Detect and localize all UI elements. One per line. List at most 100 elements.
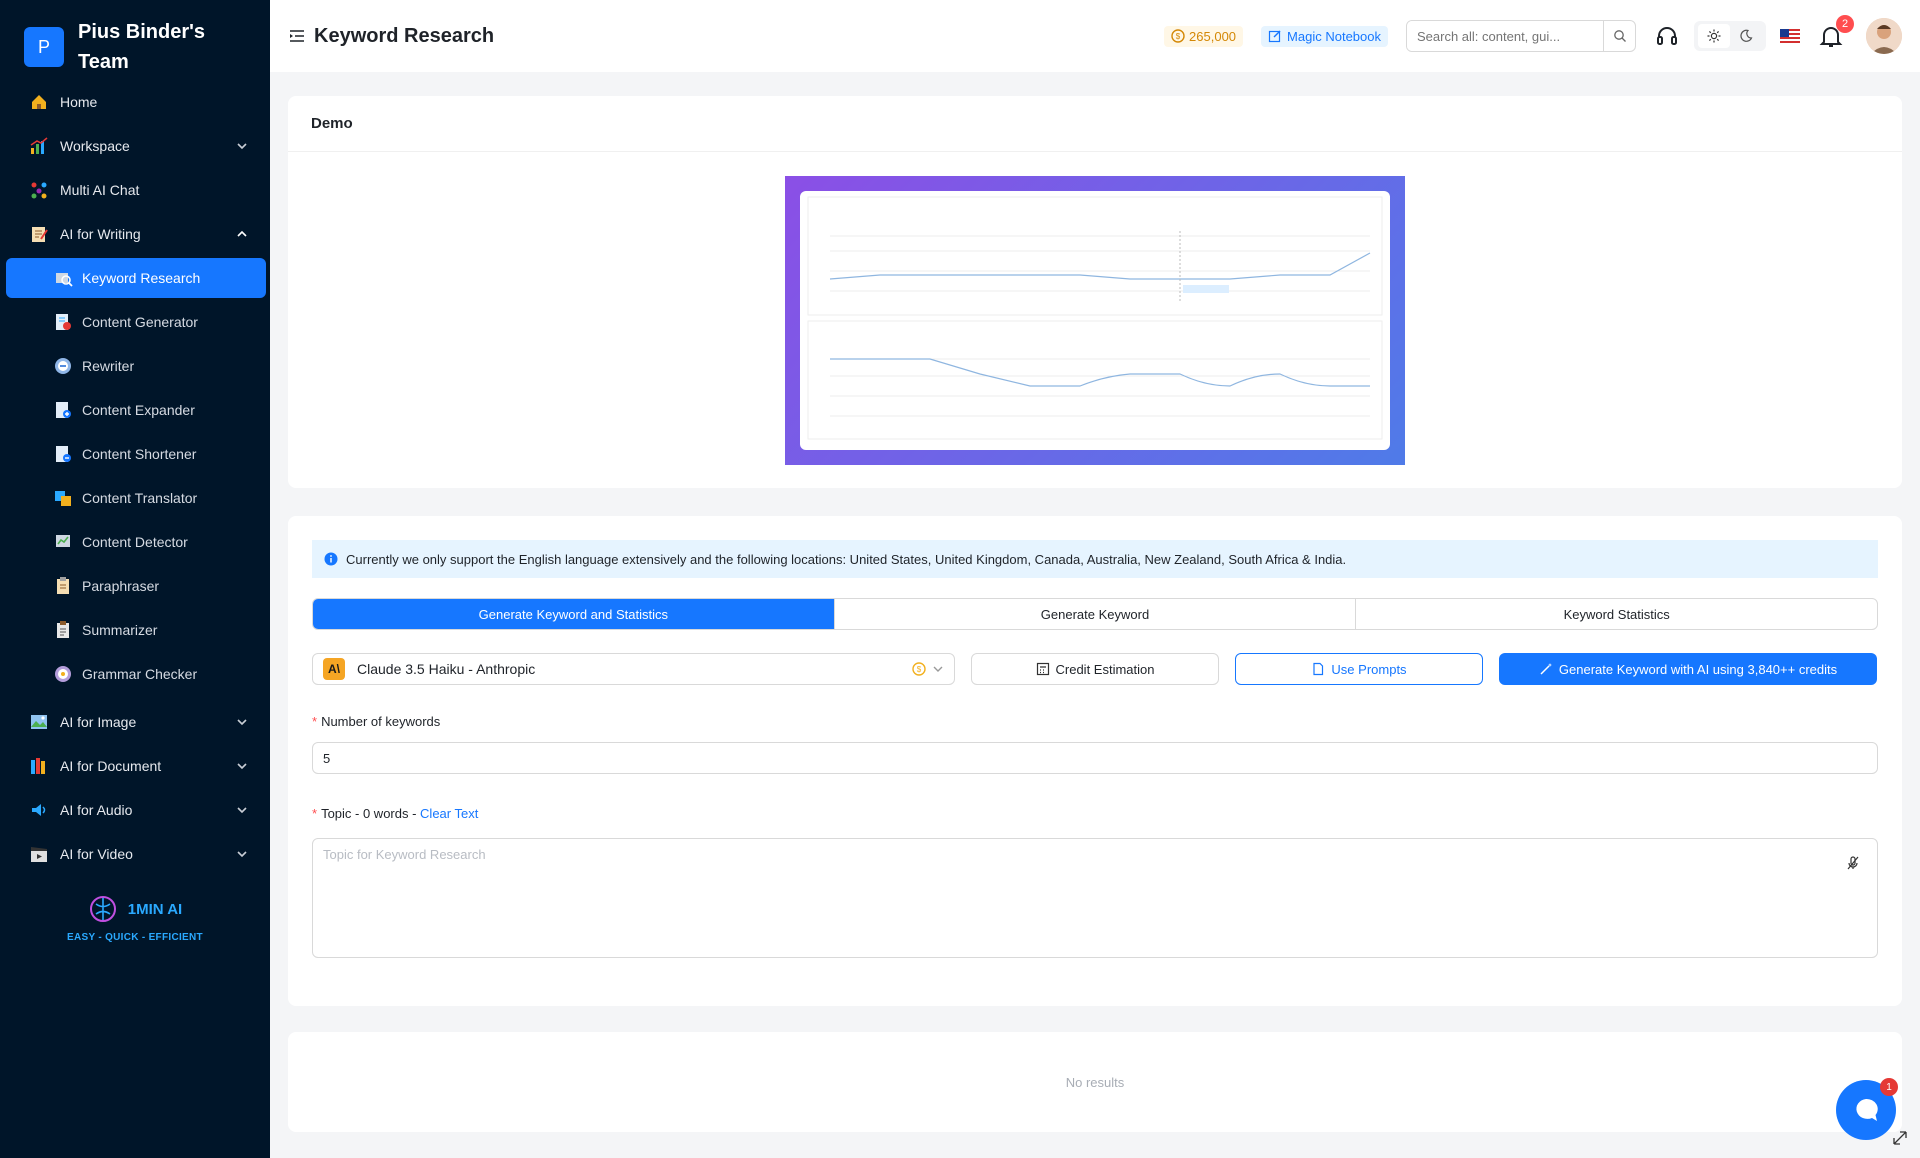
image-icon — [28, 711, 50, 733]
chevron-down-icon — [237, 763, 247, 770]
sidebar-item-label: Paraphraser — [82, 578, 160, 594]
chat-bubble-icon — [1856, 1098, 1878, 1121]
sidebar-item-workspace[interactable]: Workspace — [0, 124, 270, 168]
sidebar-item-ai-for-audio[interactable]: AI for Audio — [0, 788, 270, 832]
team-switcher[interactable]: P Pius Binder's Team — [0, 0, 270, 80]
use-prompts-label: Use Prompts — [1331, 661, 1407, 677]
nav-groups: AI for Image AI for Document AI for Audi… — [0, 700, 270, 876]
magic-notebook-label: Magic Notebook — [1287, 28, 1381, 44]
chevron-up-icon — [237, 230, 247, 237]
tab-keyword-statistics[interactable]: Keyword Statistics — [1355, 599, 1877, 629]
model-select[interactable]: A\ Claude 3.5 Haiku - Anthropic $ — [312, 653, 955, 685]
notice-text: Currently we only support the English la… — [346, 551, 1347, 567]
sidebar-item-label: AI for Audio — [60, 802, 133, 818]
sidebar-item-multi-ai-chat[interactable]: Multi AI Chat — [0, 168, 270, 212]
sidebar-item-content-translator[interactable]: Content Translator — [0, 476, 270, 520]
generate-keyword-label: Generate Keyword with AI using 3,840++ c… — [1558, 661, 1838, 677]
number-of-keywords-input[interactable]: 5 — [312, 742, 1878, 774]
sidebar-item-label: Home — [60, 94, 98, 110]
user-avatar[interactable] — [1866, 18, 1902, 54]
chat-unread-badge: 1 — [1880, 1078, 1898, 1096]
support-headset-icon[interactable] — [1654, 23, 1680, 49]
svg-text:$: $ — [917, 665, 922, 674]
dark-mode-moon-icon[interactable] — [1730, 24, 1762, 48]
edit-icon — [1268, 30, 1281, 43]
calculator-icon — [1036, 662, 1049, 676]
number-of-keywords-text: Number of keywords — [321, 714, 441, 729]
credit-estimation-button[interactable]: Credit Estimation — [971, 653, 1219, 685]
generate-keyword-button[interactable]: Generate Keyword with AI using 3,840++ c… — [1499, 653, 1877, 685]
sidebar-item-label: Content Translator — [82, 490, 198, 506]
coin-icon: $ — [1171, 29, 1185, 43]
info-icon — [324, 552, 338, 566]
writing-submenu: Keyword Research Content Generator Rewri… — [0, 258, 270, 696]
sidebar-item-summarizer[interactable]: Summarizer — [0, 608, 270, 652]
grammar-checker-icon — [52, 663, 74, 685]
demo-chart-thumbnail — [807, 196, 1383, 440]
sidebar-item-home[interactable]: Home — [0, 80, 270, 124]
empty-results-text: No results — [1065, 1074, 1125, 1090]
language-notice: Currently we only support the English la… — [312, 540, 1878, 578]
sidebar-item-label: Rewriter — [82, 358, 135, 374]
coin-icon: $ — [912, 662, 926, 676]
chevron-down-icon — [237, 143, 247, 150]
credit-estimation-label: Credit Estimation — [1055, 661, 1155, 677]
search-button[interactable] — [1603, 21, 1635, 51]
light-mode-sun-icon[interactable] — [1698, 24, 1730, 48]
sidebar-item-label: Content Shortener — [82, 446, 197, 462]
topic-textarea[interactable] — [313, 839, 1877, 957]
sidebar-item-label: Workspace — [60, 138, 130, 154]
nav-list: Home Workspace Multi AI Chat AI for Writ… — [0, 80, 270, 256]
chevron-down-icon — [237, 719, 247, 726]
tab-generate-keyword-and-statistics[interactable]: Generate Keyword and Statistics — [313, 599, 834, 629]
sidebar-item-keyword-research[interactable]: Keyword Research — [6, 258, 266, 298]
summarizer-icon — [52, 619, 74, 641]
sidebar-item-ai-for-document[interactable]: AI for Document — [0, 744, 270, 788]
sidebar-item-paraphraser[interactable]: Paraphraser — [0, 564, 270, 608]
search-input[interactable] — [1407, 21, 1603, 51]
magic-notebook-button[interactable]: Magic Notebook — [1261, 25, 1388, 47]
sidebar-item-ai-for-writing[interactable]: AI for Writing — [0, 212, 270, 256]
model-select-value: Claude 3.5 Haiku - Anthropic — [357, 661, 536, 677]
sidebar-item-ai-for-video[interactable]: AI for Video — [0, 832, 270, 876]
magic-wand-icon — [1540, 663, 1552, 675]
tab-generate-keyword[interactable]: Generate Keyword — [833, 599, 1356, 629]
anthropic-logo-icon: A\ — [323, 658, 345, 680]
search-icon — [1613, 30, 1626, 42]
credits-badge[interactable]: $ 265,000 — [1164, 25, 1244, 47]
number-of-keywords-value: 5 — [323, 750, 331, 766]
clear-text-link[interactable]: Clear Text — [420, 806, 478, 821]
use-prompts-button[interactable]: Use Prompts — [1235, 653, 1483, 685]
chat-support-button[interactable]: 1 — [1836, 1078, 1898, 1140]
us-flag-icon[interactable] — [1780, 29, 1800, 43]
brain-icon — [89, 896, 116, 922]
sidebar-item-content-detector[interactable]: Content Detector — [0, 520, 270, 564]
sidebar-item-rewriter[interactable]: Rewriter — [0, 344, 270, 388]
home-icon — [28, 91, 50, 113]
sidebar-item-ai-for-image[interactable]: AI for Image — [0, 700, 270, 744]
content-generator-icon — [52, 311, 74, 333]
top-header: Keyword Research $ 265,000 Magic Noteboo… — [270, 0, 1920, 72]
sidebar-item-label: Content Generator — [82, 314, 198, 330]
file-icon — [1313, 662, 1324, 676]
paraphraser-icon — [52, 575, 74, 597]
credits-value: 265,000 — [1189, 28, 1237, 44]
theme-toggle — [1694, 21, 1766, 51]
sidebar-item-grammar-checker[interactable]: Grammar Checker — [0, 652, 270, 696]
video-icon — [28, 843, 50, 865]
microphone-off-icon[interactable] — [1845, 855, 1861, 871]
sidebar-item-content-expander[interactable]: Content Expander — [0, 388, 270, 432]
sidebar-item-content-generator[interactable]: Content Generator — [0, 300, 270, 344]
notifications-button[interactable]: 2 — [1818, 15, 1854, 49]
svg-text:$: $ — [1176, 32, 1181, 41]
sidebar-item-label: Multi AI Chat — [60, 182, 140, 198]
sidebar-item-label: AI for Document — [60, 758, 162, 774]
sidebar-item-label: AI for Writing — [60, 226, 141, 242]
sidebar-item-content-shortener[interactable]: Content Shortener — [0, 432, 270, 476]
global-search — [1406, 20, 1636, 52]
content-shortener-icon — [52, 443, 74, 465]
brand-logo: 1MIN AI EASY - QUICK - EFFICIENT — [0, 894, 270, 943]
menu-fold-icon[interactable] — [288, 27, 306, 45]
resize-corner-icon[interactable] — [1892, 1130, 1908, 1146]
required-marker: * — [312, 714, 318, 729]
